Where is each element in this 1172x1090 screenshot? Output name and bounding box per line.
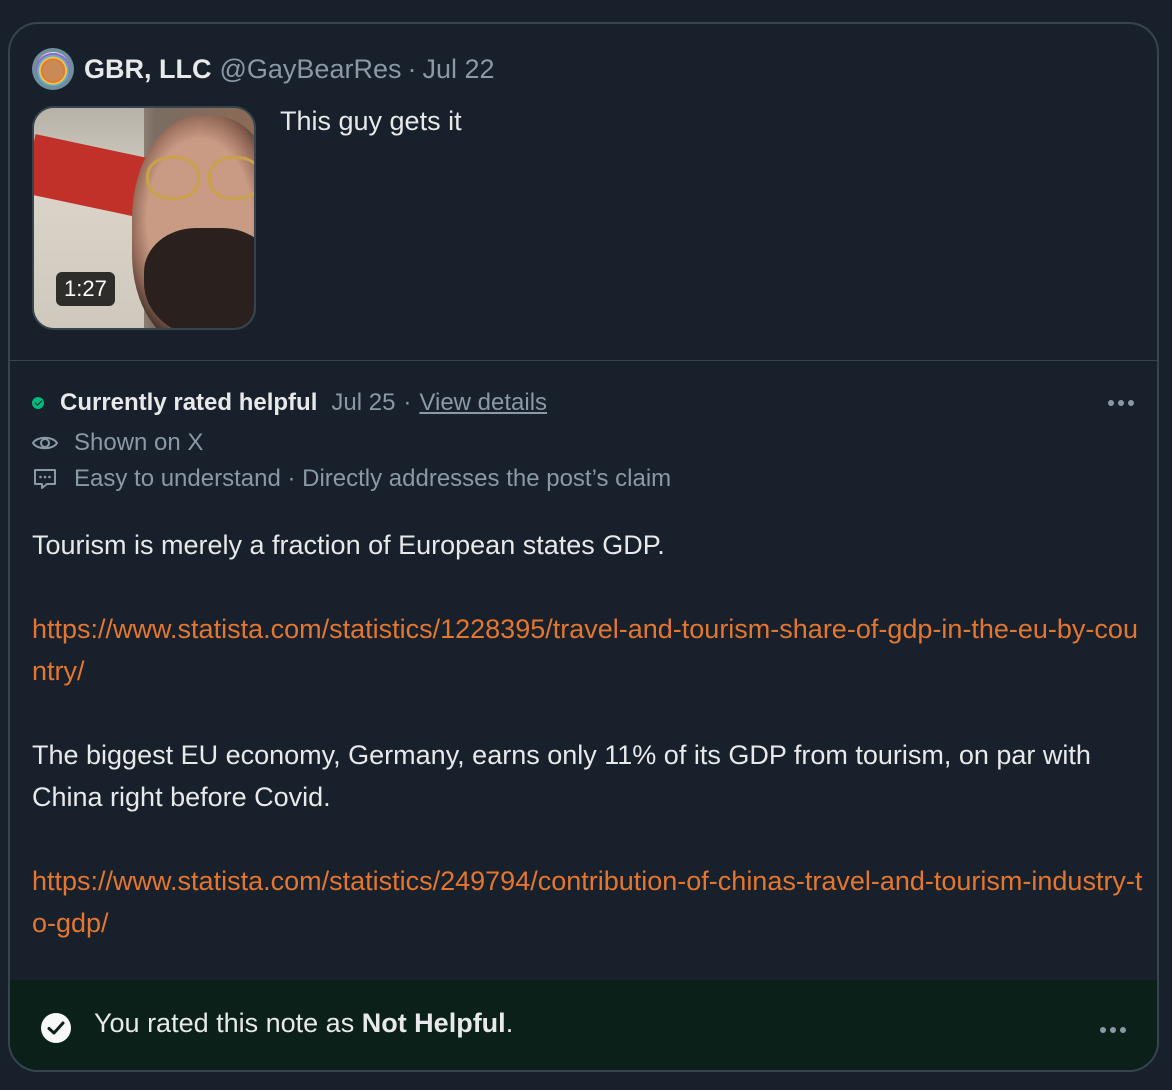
status-check-icon: [32, 397, 44, 409]
note-status-label: Currently rated helpful: [60, 389, 318, 416]
glasses-lens-left: [146, 156, 200, 200]
rating-text: You rated this note as Not Helpful.: [94, 1008, 513, 1039]
shown-on-row: Shown on X: [32, 426, 203, 460]
author-name[interactable]: GBR, LLC: [84, 54, 212, 85]
separator-dot: ·: [403, 389, 412, 416]
view-details-link[interactable]: View details: [419, 389, 547, 417]
note-source-link[interactable]: https://www.statista.com/statistics/2497…: [32, 866, 1142, 938]
note-body: Tourism is merely a fraction of European…: [32, 524, 1147, 944]
note-paragraph: The biggest EU economy, Germany, earns o…: [32, 740, 1091, 812]
video-person-glasses: [146, 156, 254, 200]
avatar[interactable]: [32, 48, 74, 90]
more-options-icon[interactable]: [1107, 386, 1135, 420]
check-circle-icon: [41, 1013, 71, 1043]
note-paragraph: Tourism is merely a fraction of European…: [32, 530, 665, 560]
note-date: Jul 25: [331, 389, 396, 416]
avatar-bear-image: [36, 52, 70, 86]
divider: [10, 360, 1157, 361]
post-header: GBR, LLC @GayBearRes · Jul 22: [32, 48, 495, 90]
rating-bar: You rated this note as Not Helpful.: [10, 980, 1157, 1070]
more-horizontal-icon: [1108, 400, 1134, 406]
separator-dot: ·: [407, 53, 417, 84]
eye-icon: [32, 436, 58, 450]
video-thumbnail[interactable]: 1:27: [32, 106, 256, 330]
rating-prefix: You rated this note as: [94, 1008, 362, 1038]
glasses-lens-right: [208, 156, 254, 200]
shown-on-text: Shown on X: [74, 429, 204, 456]
post-date[interactable]: Jul 22: [422, 54, 494, 85]
note-tags: Easy to understand · Directly addresses …: [74, 465, 672, 492]
community-note-card: GBR, LLC @GayBearRes · Jul 22 1:27 This …: [8, 22, 1159, 1072]
author-handle[interactable]: @GayBearRes: [220, 54, 402, 85]
video-person-beard: [144, 228, 254, 328]
rating-suffix: .: [505, 1008, 514, 1038]
more-horizontal-icon: [1100, 1027, 1126, 1033]
video-duration: 1:27: [56, 272, 115, 306]
note-status-row: Currently rated helpful Jul 25 · View de…: [32, 386, 547, 420]
rating-more-options[interactable]: [1099, 1010, 1127, 1041]
note-source-link[interactable]: https://www.statista.com/statistics/1228…: [32, 614, 1138, 686]
post-text: This guy gets it: [280, 106, 462, 136]
rating-value: Not Helpful: [361, 1008, 506, 1038]
comment-icon: [34, 469, 56, 489]
tags-row: Easy to understand · Directly addresses …: [32, 462, 671, 496]
